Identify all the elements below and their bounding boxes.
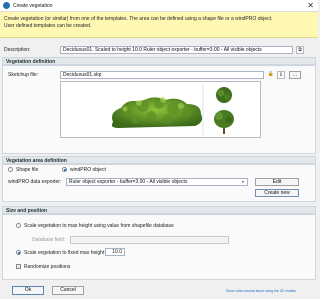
randomize-label: Randomize positions (24, 264, 71, 270)
randomize-checkbox[interactable]: ✓ (16, 264, 21, 269)
windpro-object-label: windPRO object (70, 167, 106, 173)
scale-fixed-height-label: Scale vegetation to fixed max height (24, 250, 105, 256)
size-position-header: Size and position (2, 206, 316, 214)
fixed-height-input[interactable]: 10.0 (105, 248, 125, 256)
scale-fixed-height-radio[interactable] (16, 250, 21, 255)
close-icon[interactable]: ✕ (307, 1, 314, 10)
exporter-select[interactable]: Ruler object exporter - buffer=3.00 - Al… (66, 178, 248, 186)
vegetation-definition-header: Vegetation definition (2, 57, 316, 65)
scale-shapefile-label: Scale vegetation to max height using val… (24, 223, 174, 229)
copy-icon: ⧉ (298, 47, 302, 53)
sketchup-file-label: Sketchup file: (8, 72, 39, 78)
area-definition-header: Vegetation area definition (2, 156, 316, 164)
cancel-button[interactable]: Cancel (52, 286, 84, 295)
sketchup-file-field[interactable]: Deciduous01.skp (60, 71, 264, 79)
model-preview (60, 81, 261, 138)
create-new-button[interactable]: Create new (255, 189, 299, 197)
banner-line-1: Create vegetation (or similar) from one … (4, 16, 273, 22)
app-globe-icon (3, 2, 10, 9)
lock-icon: 🔒 (267, 71, 275, 77)
database-field-select[interactable] (70, 236, 229, 244)
info-icon: ℹ (280, 72, 282, 78)
title-bar: Create vegetation ✕ (0, 0, 318, 12)
copy-description-button[interactable]: ⧉ (296, 46, 304, 54)
description-label: Description: (4, 47, 31, 53)
info-banner: Create vegetation (or similar) from one … (0, 12, 318, 38)
description-field[interactable]: Deciduous01. Scaled to height 10.0 Ruler… (60, 46, 293, 54)
browse-sketchup-button[interactable]: ... (289, 71, 301, 79)
edit-button[interactable]: Edit (255, 178, 299, 186)
ok-button[interactable]: Ok (12, 286, 44, 295)
chevron-down-icon[interactable]: ▾ (242, 179, 244, 184)
shape-file-label: Shape file (16, 167, 39, 173)
scale-shapefile-radio[interactable] (16, 223, 21, 228)
info-button[interactable]: ℹ (277, 71, 285, 79)
database-field-label: Database field: (32, 237, 66, 243)
exporter-label: windPRO data exporter: (8, 179, 62, 185)
windpro-object-radio[interactable] (62, 167, 67, 172)
tree-3d-icon (111, 84, 234, 135)
shape-file-radio[interactable] (8, 167, 13, 172)
video-tutorial-link[interactable]: Show video tutorial about using the 3D m… (226, 289, 296, 293)
banner-line-2: User defined templates can be created. (4, 23, 92, 29)
window-title: Create vegetation (13, 3, 53, 9)
